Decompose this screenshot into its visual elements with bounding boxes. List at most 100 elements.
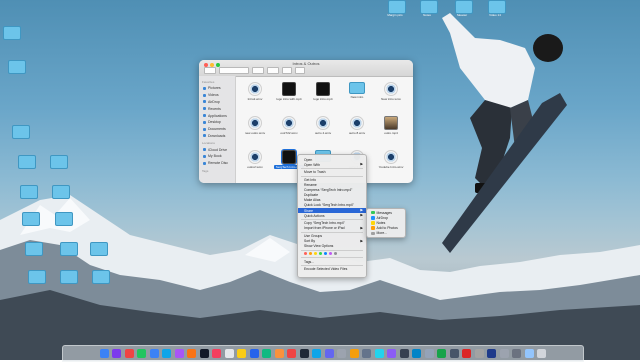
dock-app-icon[interactable] — [287, 349, 297, 358]
desktop-folder-icon[interactable] — [25, 242, 43, 256]
sidebar-item-videos[interactable]: Videos — [199, 92, 235, 99]
dock-app-icon[interactable] — [124, 349, 134, 358]
dock-app-icon[interactable] — [237, 349, 247, 358]
dock-app-icon[interactable] — [424, 349, 434, 358]
dock-app-icon[interactable] — [537, 349, 547, 358]
desktop-folder-icon[interactable] — [388, 0, 406, 14]
dock-app-icon[interactable] — [137, 349, 147, 358]
sidebar-item-my-book[interactable]: My Book — [199, 153, 235, 160]
context-menu-item[interactable]: Import from iPhone or iPad ▶ — [298, 226, 366, 231]
dock-app-icon[interactable] — [99, 349, 109, 358]
context-menu-item[interactable]: Encode Selected Video Files — [298, 267, 366, 272]
dock-app-icon[interactable] — [112, 349, 122, 358]
desktop-folder-icon[interactable] — [22, 212, 40, 226]
file-item[interactable]: outro2.wmv — [240, 150, 270, 169]
desktop-folder-icon[interactable] — [60, 242, 78, 256]
dock-app-icon[interactable] — [437, 349, 447, 358]
sidebar-item-documents[interactable]: Documents — [199, 126, 235, 133]
file-item[interactable]: outro 4.wmv — [308, 116, 338, 135]
desktop-folder-icon[interactable] — [50, 155, 68, 169]
desktop-folder-icon[interactable] — [18, 155, 36, 169]
dock-app-icon[interactable] — [512, 349, 522, 358]
file-item[interactable]: New intro — [342, 82, 372, 99]
window-titlebar[interactable]: Intros & Outros — [199, 60, 413, 77]
dock-app-icon[interactable] — [349, 349, 359, 358]
sidebar-item-airdrop[interactable]: AirDrop — [199, 99, 235, 106]
sidebar-item-pictures[interactable]: Pictures — [199, 85, 235, 92]
sidebar-item-icloud-drive[interactable]: iCloud Drive — [199, 146, 235, 153]
dock-app-icon[interactable] — [262, 349, 272, 358]
file-item[interactable]: logo intro with.mp4 — [274, 82, 304, 101]
dock-app-icon[interactable] — [337, 349, 347, 358]
sidebar-item-applications[interactable]: Applications — [199, 112, 235, 119]
tag-color-dot[interactable] — [329, 252, 332, 256]
dock-app-icon[interactable] — [249, 349, 259, 358]
group-by-button[interactable] — [252, 67, 264, 74]
back-forward-button[interactable] — [204, 67, 216, 74]
tag-color-dot[interactable] — [324, 252, 327, 256]
file-name: Intro2.wmv — [247, 97, 263, 101]
desktop-folder-icon[interactable] — [92, 270, 110, 284]
tag-color-dot[interactable] — [319, 252, 322, 256]
file-item[interactable]: logo intro.mp4 — [308, 82, 338, 101]
dock-app-icon[interactable] — [387, 349, 397, 358]
dock-app-icon[interactable] — [274, 349, 284, 358]
file-item[interactable]: outro.mp4 — [376, 116, 406, 135]
dock-app-icon[interactable] — [487, 349, 497, 358]
share-target-icon — [371, 216, 375, 220]
desktop-folder-icon[interactable] — [12, 125, 30, 139]
dock-app-icon[interactable] — [312, 349, 322, 358]
file-item[interactable]: new outro.wmv — [240, 116, 270, 135]
dock-app-icon[interactable] — [374, 349, 384, 358]
dock-app-icon[interactable] — [462, 349, 472, 358]
context-menu-item[interactable]: Tags... — [298, 259, 366, 264]
context-menu-item[interactable]: Show View Options — [298, 244, 366, 249]
file-item[interactable]: outr722.wmv — [274, 116, 304, 135]
dock-app-icon[interactable] — [299, 349, 309, 358]
dock-app-icon[interactable] — [187, 349, 197, 358]
desktop-folder-icon[interactable] — [52, 185, 70, 199]
share-option[interactable]: More... — [367, 231, 405, 236]
tag-button[interactable] — [295, 67, 305, 74]
context-menu-item[interactable]: Quick Actions ▶ — [298, 213, 366, 218]
dock-app-icon[interactable] — [362, 349, 372, 358]
file-item[interactable]: Intro2.wmv — [240, 82, 270, 101]
desktop-folder-icon[interactable] — [20, 185, 38, 199]
sidebar-item-desktop[interactable]: Desktop — [199, 119, 235, 126]
dock-app-icon[interactable] — [474, 349, 484, 358]
dock-app-icon[interactable] — [149, 349, 159, 358]
dock-app-icon[interactable] — [199, 349, 209, 358]
desktop-folder-icon[interactable] — [8, 60, 26, 74]
context-menu-item[interactable]: Move to Trash — [298, 170, 366, 175]
desktop-folder-icon[interactable] — [60, 270, 78, 284]
sidebar-item-recents[interactable]: Recents — [199, 105, 235, 112]
desktop-folder-icon[interactable] — [55, 212, 73, 226]
tag-color-dot[interactable] — [314, 252, 317, 256]
action-gear-button[interactable] — [267, 67, 279, 74]
desktop-folder-icon[interactable] — [28, 270, 46, 284]
dock-app-icon[interactable] — [412, 349, 422, 358]
dock-app-icon[interactable] — [399, 349, 409, 358]
sidebar-item-downloads[interactable]: Downloads — [199, 132, 235, 139]
desktop-folder-icon[interactable] — [90, 242, 108, 256]
context-menu-item[interactable]: Open With ▶ — [298, 162, 366, 167]
tag-color-dot[interactable] — [334, 252, 337, 256]
dock-app-icon[interactable] — [224, 349, 234, 358]
view-mode-control[interactable] — [219, 67, 249, 74]
dock-app-icon[interactable] — [449, 349, 459, 358]
sidebar-item-remote-disc[interactable]: Remote Disc — [199, 160, 235, 167]
dock-app-icon[interactable] — [499, 349, 509, 358]
dock-app-icon[interactable] — [324, 349, 334, 358]
dock-app-icon[interactable] — [174, 349, 184, 358]
dock-app-icon[interactable] — [524, 349, 534, 358]
menu-item-label: Show View Options — [304, 244, 334, 249]
tag-color-dot[interactable] — [309, 252, 312, 256]
file-item[interactable]: outro 8.wmv — [342, 116, 372, 135]
file-item[interactable]: Youtube Intro.wmv — [376, 150, 406, 169]
file-item[interactable]: New intro.wmv — [376, 82, 406, 101]
share-button[interactable] — [282, 67, 292, 74]
dock-app-icon[interactable] — [162, 349, 172, 358]
dock-app-icon[interactable] — [212, 349, 222, 358]
desktop-folder-icon[interactable] — [3, 26, 21, 40]
tag-color-dot[interactable] — [304, 252, 307, 256]
